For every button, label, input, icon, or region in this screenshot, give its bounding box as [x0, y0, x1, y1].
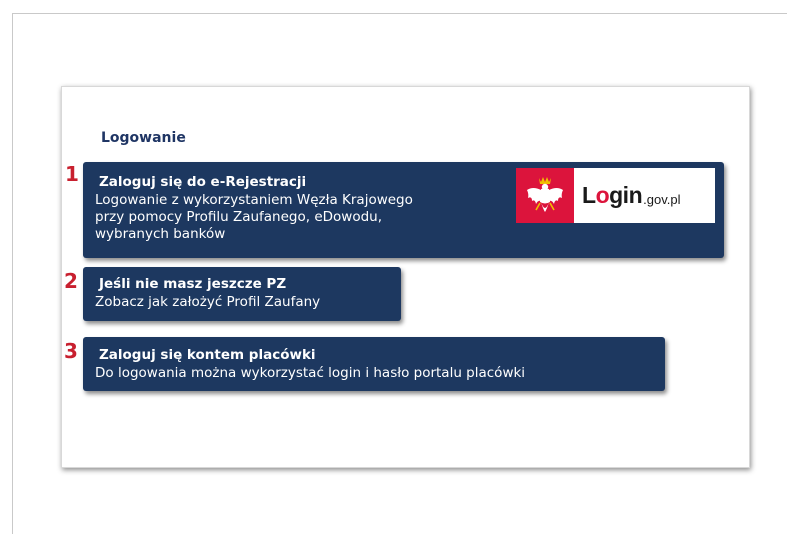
- logo-text-big-prefix: L: [582, 182, 596, 208]
- logo-text-big-o: o: [595, 182, 610, 208]
- option-title: Zaloguj się do e-Rejestracji: [99, 174, 307, 190]
- polish-eagle-icon: [516, 168, 574, 223]
- option-title: Zaloguj się kontem placówki: [99, 347, 316, 363]
- option-description-line: Zobacz jak założyć Profil Zaufany: [95, 294, 321, 310]
- option-title: Jeśli nie masz jeszcze PZ: [99, 276, 287, 292]
- logo-text-domain: .gov.pl: [643, 191, 681, 207]
- option-description-line: Do logowania można wykorzystać login i h…: [95, 365, 526, 381]
- option-description-line: wybranych banków: [95, 226, 226, 242]
- option-description-line: Logowanie z wykorzystaniem Węzła Krajowe…: [95, 192, 413, 208]
- option-number-1: 1: [65, 162, 79, 186]
- logo-text-big-suffix: gin: [609, 182, 643, 208]
- option-description-line: przy pomocy Profilu Zaufanego, eDowodu,: [95, 209, 383, 225]
- login-facility-account-button[interactable]: Zaloguj się kontem placówki Do logowania…: [83, 337, 665, 391]
- logo-text: Lo gin .gov.pl: [574, 168, 715, 223]
- login-gov-pl-logo[interactable]: Lo gin .gov.pl: [516, 168, 715, 223]
- create-trusted-profile-button[interactable]: Jeśli nie masz jeszcze PZ Zobacz jak zał…: [83, 267, 401, 321]
- option-number-3: 3: [64, 339, 78, 363]
- panel-title: Logowanie: [101, 130, 186, 146]
- option-number-2: 2: [64, 269, 78, 293]
